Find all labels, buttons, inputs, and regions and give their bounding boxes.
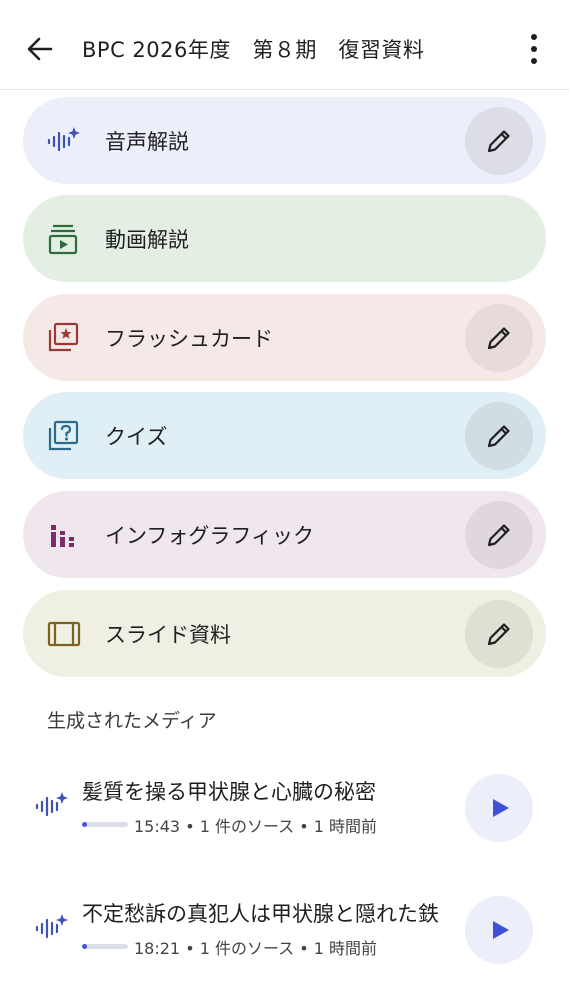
edit-button[interactable] bbox=[465, 402, 533, 470]
card-label: 音声解説 bbox=[105, 130, 189, 154]
playback-progress-fill bbox=[82, 944, 87, 949]
playback-progress-bar bbox=[82, 822, 128, 827]
edit-button[interactable] bbox=[465, 501, 533, 569]
card-flashcards[interactable]: フラッシュカード bbox=[23, 294, 546, 381]
audio-sparkle-icon bbox=[34, 912, 70, 948]
page-title: BPC 2026年度 第８期 復習資料 bbox=[82, 38, 425, 62]
more-dot-icon bbox=[531, 46, 537, 52]
quiz-icon bbox=[47, 420, 79, 452]
pencil-icon bbox=[487, 327, 510, 350]
play-button[interactable] bbox=[465, 896, 533, 964]
card-label: 動画解説 bbox=[105, 228, 189, 252]
edit-button[interactable] bbox=[465, 107, 533, 175]
pencil-icon bbox=[487, 623, 510, 646]
section-title-generated-media: 生成されたメディア bbox=[47, 710, 217, 732]
playback-progress-fill bbox=[82, 822, 87, 827]
card-label: フラッシュカード bbox=[105, 327, 273, 351]
card-infographic[interactable]: インフォグラフィック bbox=[23, 491, 546, 578]
play-button[interactable] bbox=[465, 774, 533, 842]
media-meta: 15:43 • 1 件のソース • 1 時間前 bbox=[134, 817, 378, 836]
media-list-item[interactable]: 髪質を操る甲状腺と心臓の秘密 15:43 • 1 件のソース • 1 時間前 bbox=[0, 766, 569, 856]
media-title: 髪質を操る甲状腺と心臓の秘密 bbox=[82, 780, 376, 804]
more-dot-icon bbox=[531, 58, 537, 64]
arrow-left-icon bbox=[27, 37, 53, 61]
infographic-icon bbox=[47, 519, 79, 551]
media-list-item[interactable]: 不定愁訴の真犯人は甲状腺と隠れた鉄 18:21 • 1 件のソース • 1 時間… bbox=[0, 888, 569, 978]
play-icon bbox=[493, 921, 509, 939]
play-icon bbox=[493, 799, 509, 817]
card-label: クイズ bbox=[105, 425, 168, 449]
audio-sparkle-icon bbox=[47, 125, 80, 157]
media-meta: 18:21 • 1 件のソース • 1 時間前 bbox=[134, 939, 378, 958]
app-header: BPC 2026年度 第８期 復習資料 bbox=[0, 0, 569, 90]
card-label: インフォグラフィック bbox=[105, 524, 314, 548]
media-title: 不定愁訴の真犯人は甲状腺と隠れた鉄 bbox=[82, 902, 439, 926]
pencil-icon bbox=[487, 524, 510, 547]
card-video-overview[interactable]: 動画解説 bbox=[23, 195, 546, 282]
card-audio-overview[interactable]: 音声解説 bbox=[23, 97, 546, 184]
flashcard-icon bbox=[47, 322, 79, 354]
back-button[interactable] bbox=[24, 33, 56, 65]
audio-sparkle-icon bbox=[34, 790, 70, 826]
card-slides[interactable]: スライド資料 bbox=[23, 590, 546, 677]
card-label: スライド資料 bbox=[105, 623, 231, 647]
pencil-icon bbox=[487, 130, 510, 153]
pencil-icon bbox=[487, 425, 510, 448]
edit-button[interactable] bbox=[465, 304, 533, 372]
edit-button[interactable] bbox=[465, 600, 533, 668]
video-icon bbox=[47, 223, 79, 255]
more-dot-icon bbox=[531, 34, 537, 40]
more-options-button[interactable] bbox=[522, 32, 546, 66]
slides-icon bbox=[47, 618, 81, 650]
card-quiz[interactable]: クイズ bbox=[23, 392, 546, 479]
playback-progress-bar bbox=[82, 944, 128, 949]
